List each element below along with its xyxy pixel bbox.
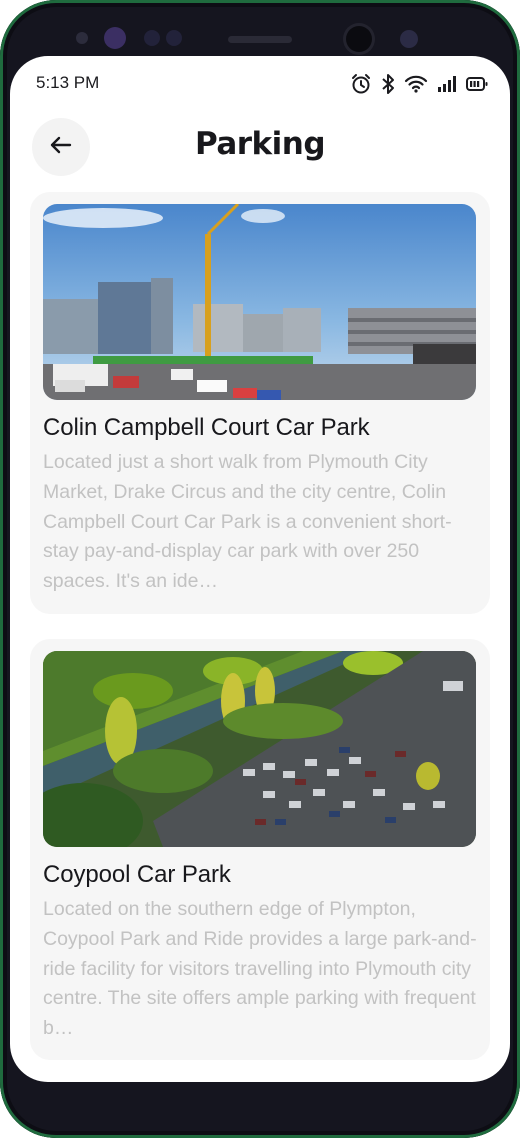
alarm-icon: [350, 73, 372, 95]
status-time: 5:13 PM: [36, 73, 100, 92]
car-park-name: Colin Campbell Court Car Park: [43, 414, 370, 441]
page-title: Parking: [194, 126, 326, 162]
car-park-photo: [43, 651, 476, 847]
phone-frame: 5:13 PM Parking Colin Campbell Court Car…: [0, 0, 520, 1138]
car-park-description: Located on the southern edge of Plympton…: [43, 898, 477, 1040]
car-park-name: Coypool Car Park: [43, 861, 231, 888]
bluetooth-icon: [381, 73, 395, 95]
wifi-icon: [404, 74, 428, 94]
battery-icon: [466, 76, 488, 92]
car-park-photo: [43, 204, 476, 400]
status-icons: [350, 71, 488, 97]
camera-bar: [0, 22, 520, 58]
car-park-card[interactable]: Coypool Car Park Located on the southern…: [30, 639, 490, 1060]
signal-icon: [437, 75, 457, 93]
car-park-description: Located just a short walk from Plymouth …: [43, 451, 452, 593]
app-screen: 5:13 PM Parking Colin Campbell Court Car…: [10, 56, 510, 1082]
app-header: Parking: [10, 112, 510, 180]
car-park-card[interactable]: Colin Campbell Court Car Park Located ju…: [30, 192, 490, 614]
status-bar: 5:13 PM: [10, 56, 510, 112]
